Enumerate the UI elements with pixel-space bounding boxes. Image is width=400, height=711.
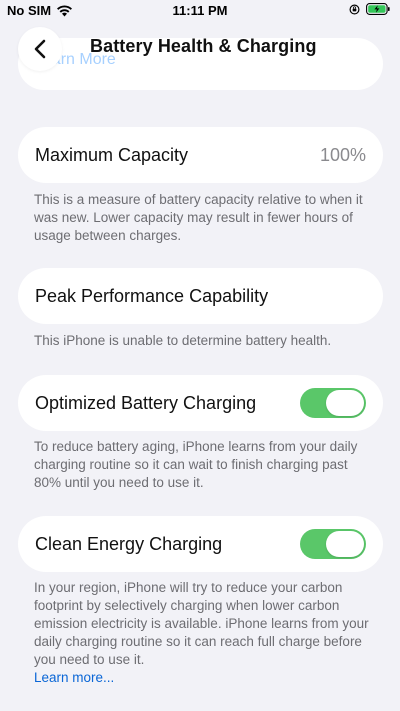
optimized-charging-toggle[interactable] [300, 388, 366, 418]
learn-more-link[interactable]: Learn more... [34, 670, 114, 685]
clean-energy-label: Clean Energy Charging [35, 533, 223, 554]
optimized-charging-label: Optimized Battery Charging [35, 392, 257, 413]
battery-charging-icon [366, 3, 390, 15]
clean-energy-footnote: In your region, iPhone will try to reduc… [34, 580, 369, 667]
clean-energy-row: Clean Energy Charging [18, 516, 383, 572]
maximum-capacity-value: 100% [319, 144, 366, 165]
optimized-charging-row: Optimized Battery Charging [18, 375, 383, 431]
peak-performance-row: Peak Performance Capability [18, 268, 383, 324]
maximum-capacity-footnote: This is a measure of battery capacity re… [34, 192, 363, 243]
peak-performance-label: Peak Performance Capability [35, 285, 269, 306]
page-title: Battery Health & Charging [90, 36, 317, 56]
clean-energy-footnote-block: In your region, iPhone will try to reduc… [34, 579, 374, 687]
maximum-capacity-row: Maximum Capacity 100% [18, 127, 383, 183]
clean-energy-toggle[interactable] [300, 529, 366, 559]
orientation-lock-icon [349, 4, 360, 14]
toggle-knob [326, 390, 364, 416]
chevron-left-icon [34, 39, 46, 59]
navigation-bar: Battery Health & Charging [0, 22, 400, 71]
status-time: 11:11 PM [172, 3, 228, 18]
peak-performance-footnote: This iPhone is unable to determine batte… [34, 333, 332, 348]
battery-health-screen: No SIM 11:11 PM Learn More Battery Healt… [0, 0, 400, 711]
optimized-charging-footnote: To reduce battery aging, iPhone learns f… [34, 439, 358, 490]
maximum-capacity-label: Maximum Capacity [35, 144, 189, 165]
back-button[interactable] [18, 27, 62, 71]
toggle-knob [326, 531, 364, 557]
status-right-icons [349, 3, 390, 15]
status-bar: No SIM 11:11 PM [0, 0, 400, 22]
